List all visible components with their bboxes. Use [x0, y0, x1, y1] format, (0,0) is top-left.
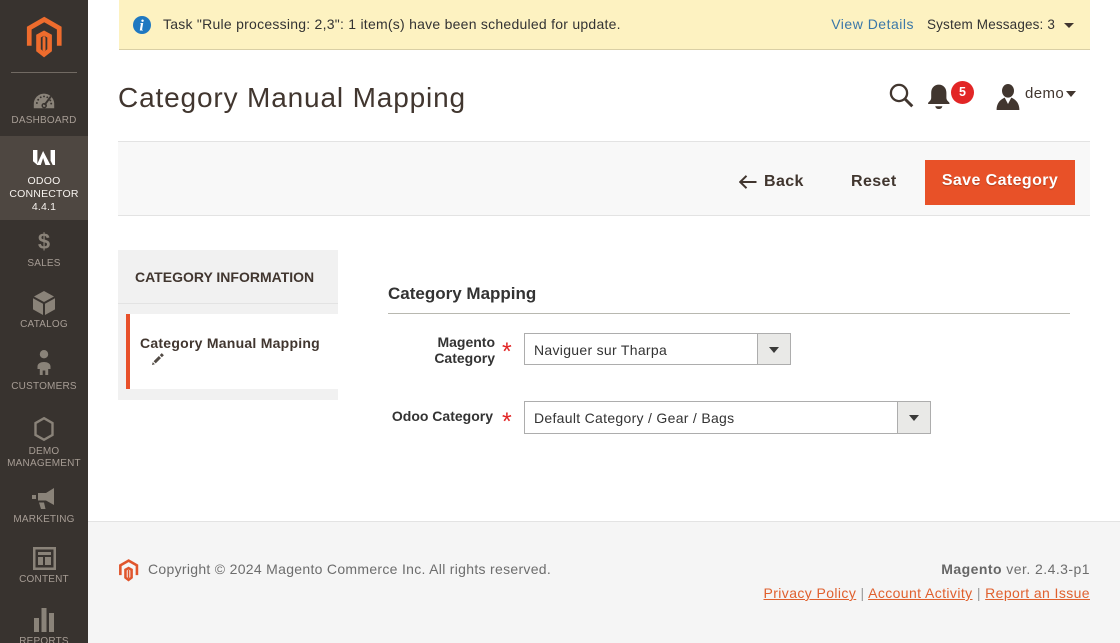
svg-text:i: i [139, 18, 144, 34]
